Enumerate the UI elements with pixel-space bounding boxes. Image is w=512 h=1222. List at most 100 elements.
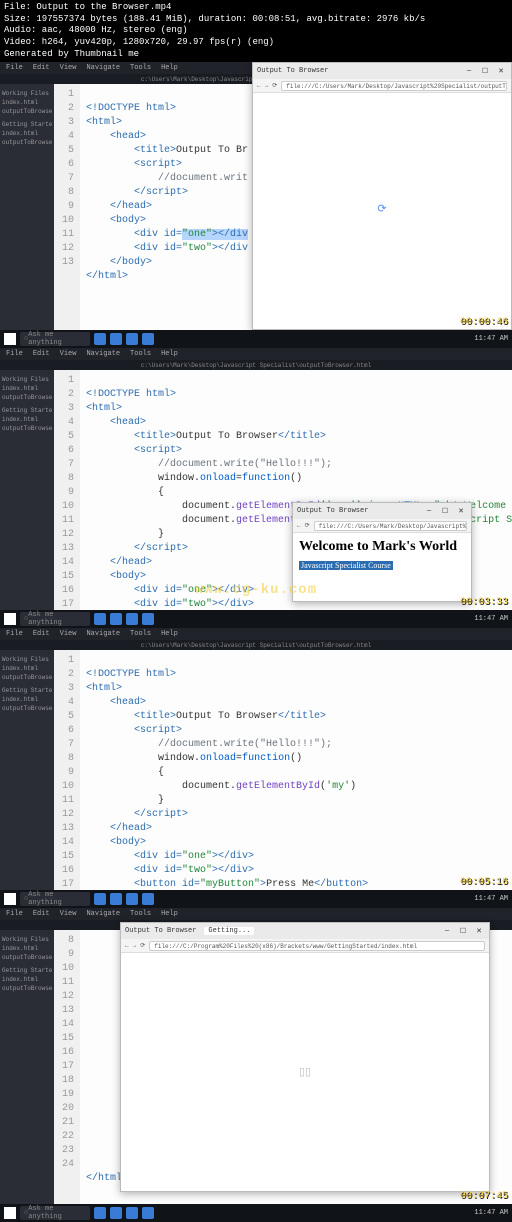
taskbar-app-icon[interactable] (110, 613, 122, 625)
editor-sidebar[interactable]: Working Files index.html outputToBrowser… (0, 84, 54, 330)
menu-file[interactable]: File (6, 64, 23, 72)
editor-sidebar[interactable]: Working Filesindex.htmloutputToBrowser.h… (0, 930, 54, 1204)
maximize-icon[interactable]: ☐ (439, 507, 451, 516)
taskbar-app-icon[interactable] (94, 1207, 106, 1219)
taskbar-search[interactable]: ○ Ask me anything (20, 1206, 90, 1220)
frame-3: FileEditViewNavigateToolsHelp c:\Users\M… (0, 628, 512, 908)
page-text: Javascript Specialist Course (299, 561, 393, 570)
taskbar-search[interactable]: ○ Ask me anything (20, 892, 90, 906)
video-meta: File: Output to the Browser.mp4 Size: 19… (0, 0, 512, 62)
timestamp: 00:05:16 (460, 877, 508, 888)
taskbar[interactable]: ○ Ask me anything 11:47 AM (0, 890, 512, 908)
menu-tools[interactable]: Tools (130, 64, 151, 72)
system-tray[interactable]: 11:47 AM (474, 615, 508, 623)
editor-menubar[interactable]: FileEditViewNavigateToolsHelp (0, 348, 512, 360)
taskbar[interactable]: ○ Ask me anything 11:47 AM (0, 330, 512, 348)
browser-tab[interactable]: Output To Browser (257, 67, 328, 75)
system-tray[interactable]: 11:47 AM (474, 895, 508, 903)
menu-navigate[interactable]: Navigate (86, 64, 120, 72)
sidebar-item[interactable]: outputToBrowser.html (2, 108, 52, 115)
start-icon[interactable] (4, 333, 16, 345)
taskbar-app-icon[interactable] (142, 613, 154, 625)
taskbar-app-icon[interactable] (126, 613, 138, 625)
taskbar[interactable]: ○ Ask me anything 11:47 AM (0, 1204, 512, 1222)
code-editor[interactable]: 123456789101112131415161718 <!DOCTYPE ht… (54, 650, 512, 890)
code-area[interactable]: <!DOCTYPE html> <html> <head> <title>Out… (80, 650, 512, 890)
back-icon[interactable]: ← (125, 942, 129, 949)
taskbar-app-icon[interactable] (142, 333, 154, 345)
editor-menubar[interactable]: FileEditViewNavigateToolsHelp (0, 908, 512, 920)
browser-tab[interactable]: Getting... (204, 927, 254, 935)
browser-titlebar[interactable]: Output To Browser Getting... — ☐ ✕ (121, 923, 489, 939)
system-tray[interactable]: 11:47 AM (474, 335, 508, 343)
line-gutter: 123456789101112131415161718 (54, 370, 80, 610)
taskbar-app-icon[interactable] (110, 893, 122, 905)
editor-sidebar[interactable]: Working Filesindex.htmloutputToBrowser.h… (0, 370, 54, 610)
url-input[interactable]: file:///C:/Users/Mark/Desktop/Javascript… (281, 81, 507, 91)
taskbar-app-icon[interactable] (94, 893, 106, 905)
timestamp: 00:00:46 (460, 317, 508, 328)
close-icon[interactable]: ✕ (495, 67, 507, 76)
line-gutter: 123456789101112131415161718 (54, 650, 80, 890)
url-input[interactable]: file:///C:/Users/Mark/Desktop/Javascript… (314, 521, 467, 531)
forward-icon[interactable]: → (133, 942, 137, 949)
taskbar-search[interactable]: ○ Ask me anything (20, 332, 90, 346)
menu-view[interactable]: View (60, 64, 77, 72)
browser-tab[interactable]: Output To Browser (125, 927, 196, 935)
browser-addressbar[interactable]: ← →⟳ file:///C:/Program%20Files%20(x86)/B… (121, 939, 489, 953)
minimize-icon[interactable]: — (441, 927, 453, 936)
meta-gen: Generated by Thumbnail me (4, 49, 508, 61)
browser-addressbar[interactable]: ← ⟳ file:///C:/Users/Mark/Desktop/Javascr… (293, 519, 471, 533)
meta-file: File: Output to the Browser.mp4 (4, 2, 508, 14)
taskbar[interactable]: ○ Ask me anything 11:47 AM (0, 610, 512, 628)
editor-sidebar[interactable]: Working Filesindex.htmloutputToBrowser.h… (0, 650, 54, 890)
browser-window[interactable]: Output To Browser — ☐ ✕ ← → ⟳ file:///C:… (252, 62, 512, 330)
close-icon[interactable]: ✕ (473, 927, 485, 936)
close-icon[interactable]: ✕ (455, 507, 467, 516)
url-input[interactable]: file:///C:/Program%20Files%20(x86)/Brack… (149, 941, 485, 951)
start-icon[interactable] (4, 613, 16, 625)
page-heading: Welcome to Mark's World (299, 539, 465, 555)
start-icon[interactable] (4, 893, 16, 905)
frame-1: File Edit View Navigate Tools Help c:\Us… (0, 62, 512, 348)
browser-tab[interactable]: Output To Browser (297, 507, 368, 515)
editor-menubar[interactable]: FileEditViewNavigateToolsHelp (0, 628, 512, 640)
menu-help[interactable]: Help (161, 64, 178, 72)
sidebar-item[interactable]: outputToBrowser.html (2, 139, 52, 146)
meta-size: Size: 197557374 bytes (188.41 MiB), dura… (4, 14, 508, 26)
reload-icon[interactable]: ⟳ (140, 942, 145, 949)
frame-2: FileEditViewNavigateToolsHelp c:\Users\M… (0, 348, 512, 628)
back-icon[interactable]: ← (297, 522, 301, 529)
taskbar-app-icon[interactable] (126, 333, 138, 345)
sidebar-item[interactable]: index.html (2, 99, 52, 106)
forward-icon[interactable]: → (265, 82, 269, 89)
taskbar-app-icon[interactable] (126, 893, 138, 905)
reload-icon[interactable]: ⟳ (272, 82, 277, 89)
taskbar-app-icon[interactable] (94, 613, 106, 625)
browser-viewport: Welcome to Mark's World Javascript Speci… (293, 533, 471, 577)
sidebar-section: Getting Started (2, 121, 52, 128)
taskbar-app-icon[interactable] (110, 333, 122, 345)
taskbar-app-icon[interactable] (126, 1207, 138, 1219)
minimize-icon[interactable]: — (463, 67, 475, 76)
maximize-icon[interactable]: ☐ (457, 927, 469, 936)
browser-window[interactable]: Output To Browser Getting... — ☐ ✕ ← →⟳ fil… (120, 922, 490, 1192)
line-gutter: 12345678910111213 (54, 84, 80, 330)
browser-titlebar[interactable]: Output To Browser — ☐ ✕ (293, 503, 471, 519)
system-tray[interactable]: 11:47 AM (474, 1209, 508, 1217)
taskbar-app-icon[interactable] (142, 1207, 154, 1219)
minimize-icon[interactable]: — (423, 507, 435, 516)
menu-edit[interactable]: Edit (33, 64, 50, 72)
sidebar-item[interactable]: index.html (2, 130, 52, 137)
maximize-icon[interactable]: ☐ (479, 67, 491, 76)
taskbar-app-icon[interactable] (142, 893, 154, 905)
taskbar-search[interactable]: ○ Ask me anything (20, 612, 90, 626)
browser-titlebar[interactable]: Output To Browser — ☐ ✕ (253, 63, 511, 79)
reload-icon[interactable]: ⟳ (305, 522, 310, 529)
back-icon[interactable]: ← (257, 82, 261, 89)
browser-addressbar[interactable]: ← → ⟳ file:///C:/Users/Mark/Desktop/Java… (253, 79, 511, 93)
taskbar-app-icon[interactable] (94, 333, 106, 345)
start-icon[interactable] (4, 1207, 16, 1219)
browser-window[interactable]: Output To Browser — ☐ ✕ ← ⟳ file:///C:/User… (292, 502, 472, 602)
taskbar-app-icon[interactable] (110, 1207, 122, 1219)
